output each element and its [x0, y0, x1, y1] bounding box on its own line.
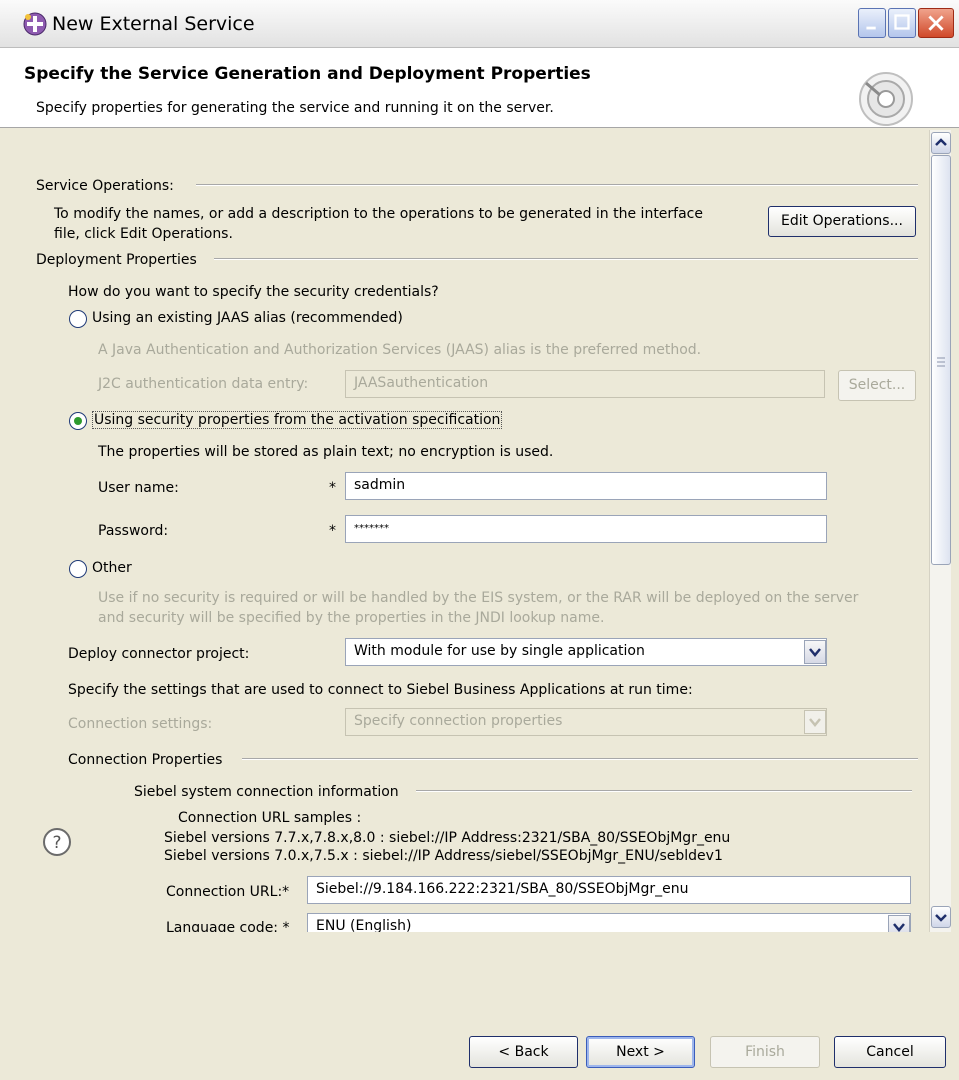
connection-settings-label: Connection settings:	[68, 716, 213, 732]
chevron-down-icon	[935, 914, 947, 922]
password-label: Password:	[98, 523, 169, 539]
help-icon[interactable]: ?	[42, 827, 72, 857]
close-button[interactable]	[918, 8, 954, 38]
language-code-label: Language code: *	[166, 920, 290, 932]
language-code-dropdown[interactable]	[888, 915, 910, 932]
close-icon	[928, 15, 944, 31]
url-sample-2: Siebel versions 7.0.x,7.5.x : siebel://I…	[164, 848, 723, 864]
dialog-window: New External Service Specify the Service…	[0, 0, 959, 1080]
chevron-down-icon	[893, 923, 905, 932]
next-button[interactable]: Next >	[586, 1036, 695, 1068]
connection-settings-select[interactable]: Specify connection properties	[345, 708, 827, 736]
divider	[242, 758, 918, 760]
minimize-icon	[866, 26, 876, 30]
language-code-select[interactable]: ENU (English)	[307, 913, 911, 932]
wizard-banner: Specify the Service Generation and Deplo…	[0, 48, 959, 128]
chevron-down-icon	[809, 718, 821, 727]
minimize-button[interactable]	[858, 8, 886, 38]
password-field[interactable]: *******	[345, 515, 827, 543]
connection-settings-dropdown[interactable]	[804, 710, 826, 734]
scroll-down-button[interactable]	[931, 906, 951, 928]
url-sample-1: Siebel versions 7.7.x,7.8.x,8.0 : siebel…	[164, 830, 731, 846]
connection-properties-title: Connection Properties	[68, 752, 223, 768]
activation-spec-label[interactable]: Using security properties from the activ…	[92, 411, 503, 429]
deploy-connector-label: Deploy connector project:	[68, 646, 250, 662]
connection-url-label: Connection URL:*	[166, 884, 290, 900]
deployment-properties-title: Deployment Properties	[36, 252, 197, 268]
plain-text-note: The properties will be stored as plain t…	[98, 444, 554, 460]
other-description-2: and security will be specified by the pr…	[98, 610, 605, 626]
chevron-up-icon	[935, 138, 947, 146]
j2c-auth-field[interactable]: JAASauthentication	[345, 370, 825, 398]
svg-text:?: ?	[52, 833, 61, 853]
deploy-connector-select[interactable]: With module for use by single applicatio…	[345, 638, 827, 666]
service-operations-text-2: file, click Edit Operations.	[54, 226, 233, 242]
properties-panel[interactable]: Service Operations: To modify the names,…	[14, 130, 929, 932]
required-marker: *	[329, 523, 336, 539]
maximize-icon	[894, 14, 910, 30]
chevron-down-icon	[809, 648, 821, 657]
back-button[interactable]: < Back	[469, 1036, 578, 1068]
connection-url-field[interactable]: Siebel://9.184.166.222:2321/SBA_80/SSEOb…	[307, 876, 911, 904]
finish-button[interactable]: Finish	[710, 1036, 820, 1068]
jaas-alias-label[interactable]: Using an existing JAAS alias (recommende…	[92, 310, 403, 326]
credentials-question: How do you want to specify the security …	[68, 284, 439, 300]
samples-heading: Connection URL samples :	[178, 810, 362, 826]
radio-selected-dot	[74, 417, 82, 425]
other-label[interactable]: Other	[92, 560, 132, 576]
other-radio[interactable]	[69, 560, 87, 578]
user-name-field[interactable]: sadmin	[345, 472, 827, 500]
new-service-icon	[23, 12, 47, 36]
window-title: New External Service	[52, 13, 255, 35]
select-button[interactable]: Select...	[838, 370, 916, 401]
grip-icon	[937, 357, 945, 367]
j2c-auth-label: J2C authentication data entry:	[98, 376, 309, 392]
cancel-button[interactable]: Cancel	[834, 1036, 946, 1068]
page-title: Specify the Service Generation and Deplo…	[24, 64, 591, 84]
maximize-button[interactable]	[888, 8, 916, 38]
page-description: Specify properties for generating the se…	[36, 100, 554, 116]
vertical-scrollbar[interactable]	[929, 130, 951, 932]
deploy-connector-dropdown[interactable]	[804, 640, 826, 664]
divider	[196, 184, 918, 186]
divider	[416, 790, 912, 792]
divider	[214, 258, 918, 260]
other-description: Use if no security is required or will b…	[98, 590, 859, 606]
service-operations-text: To modify the names, or add a descriptio…	[54, 206, 703, 222]
service-gear-icon	[859, 72, 913, 126]
jaas-description: A Java Authentication and Authorization …	[98, 342, 702, 358]
user-name-label: User name:	[98, 480, 179, 496]
jaas-alias-radio[interactable]	[69, 310, 87, 328]
scroll-thumb[interactable]	[931, 155, 951, 565]
required-marker: *	[329, 480, 336, 496]
activation-spec-radio[interactable]	[69, 412, 87, 430]
siebel-group-title: Siebel system connection information	[134, 784, 399, 800]
edit-operations-button[interactable]: Edit Operations...	[768, 206, 916, 237]
scroll-up-button[interactable]	[931, 132, 951, 154]
settings-intro: Specify the settings that are used to co…	[68, 682, 693, 698]
service-operations-title: Service Operations:	[36, 178, 174, 194]
title-bar[interactable]: New External Service	[0, 0, 959, 48]
